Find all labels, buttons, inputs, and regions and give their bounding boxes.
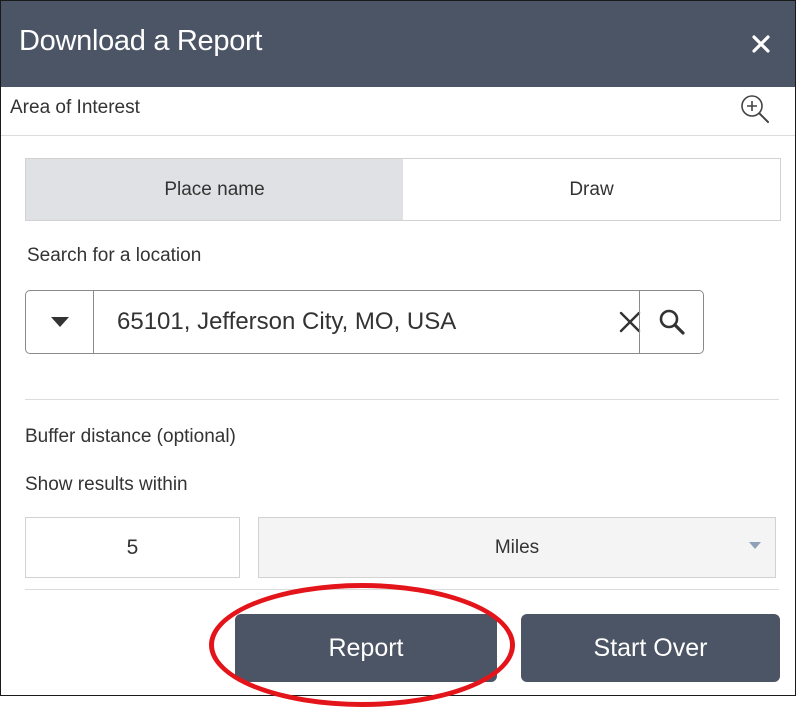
tab-place-name[interactable]: Place name xyxy=(26,159,403,220)
clear-icon xyxy=(619,311,641,333)
search-button[interactable] xyxy=(639,291,704,353)
start-over-button[interactable]: Start Over xyxy=(521,614,780,682)
zoom-in-icon[interactable] xyxy=(737,91,773,127)
chevron-down-icon xyxy=(749,542,761,549)
search-input[interactable]: 65101, Jefferson City, MO, USA xyxy=(117,291,607,353)
panel-header: Download a Report xyxy=(1,1,795,87)
section-divider xyxy=(25,399,779,400)
close-button[interactable] xyxy=(747,30,775,58)
buffer-units-select[interactable]: Miles xyxy=(258,517,776,578)
download-report-panel: Download a Report Area of Interest Place… xyxy=(0,0,796,696)
buffer-units-value: Miles xyxy=(494,537,540,558)
search-source-dropdown[interactable] xyxy=(26,291,94,353)
tab-draw[interactable]: Draw xyxy=(403,159,780,220)
panel-title: Download a Report xyxy=(19,25,263,57)
location-mode-tabs: Place name Draw xyxy=(25,158,781,221)
close-icon xyxy=(752,35,770,53)
search-icon xyxy=(659,309,685,335)
section-divider xyxy=(25,589,779,590)
location-search-box: 65101, Jefferson City, MO, USA xyxy=(25,290,704,354)
buffer-distance-label: Buffer distance (optional) xyxy=(25,426,236,447)
report-button[interactable]: Report xyxy=(235,614,497,682)
show-results-within-label: Show results within xyxy=(25,474,188,495)
search-label: Search for a location xyxy=(27,245,202,266)
caret-down-icon xyxy=(50,317,69,327)
buffer-distance-input[interactable] xyxy=(25,517,240,578)
area-of-interest-row: Area of Interest xyxy=(1,87,795,136)
area-of-interest-label: Area of Interest xyxy=(10,97,140,118)
